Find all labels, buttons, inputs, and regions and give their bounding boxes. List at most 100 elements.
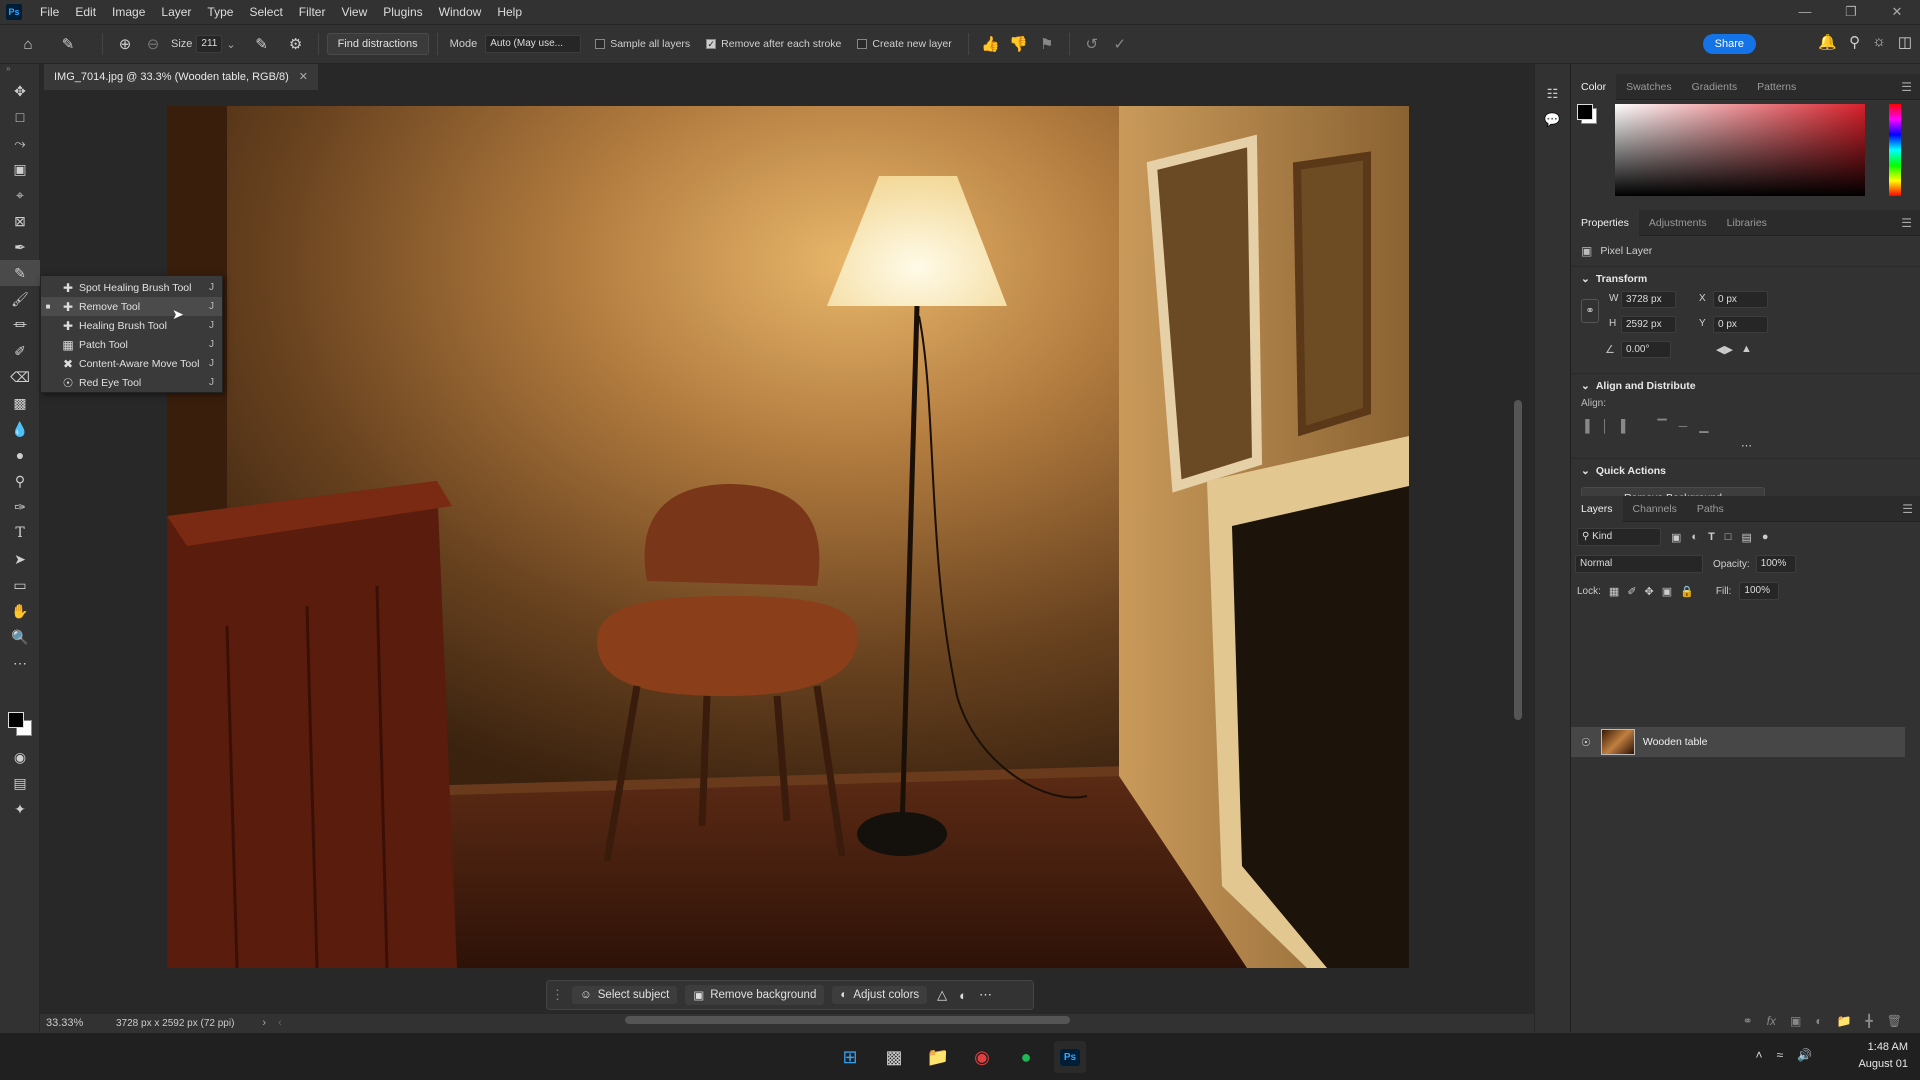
zoom-tool-icon[interactable]: 🔍 — [0, 624, 40, 650]
chevron-down-icon[interactable]: ⌄ — [226, 38, 235, 51]
windows-start-icon[interactable]: ⊞ — [834, 1041, 866, 1073]
close-icon[interactable]: ✕ — [1874, 0, 1920, 24]
flyout-item-remove-tool[interactable]: ■ ✚ Remove Tool J — [41, 297, 222, 316]
hue-slider[interactable] — [1889, 104, 1901, 196]
eyedropper-tool-icon[interactable]: ✒ — [0, 234, 40, 260]
menu-plugins[interactable]: Plugins — [375, 0, 430, 24]
eye-visibility-icon[interactable]: ☉ — [1581, 736, 1591, 749]
more-options-icon[interactable]: ⋯ — [979, 987, 992, 1003]
size-input[interactable]: 211 — [196, 35, 223, 53]
opacity-input[interactable]: 100% — [1755, 555, 1796, 573]
tab-patterns[interactable]: Patterns — [1747, 74, 1806, 100]
filter-toggle-icon[interactable]: ● — [1762, 531, 1769, 543]
task-view-icon[interactable]: ▩ — [878, 1041, 910, 1073]
menu-layer[interactable]: Layer — [153, 0, 199, 24]
menu-filter[interactable]: Filter — [291, 0, 334, 24]
bell-icon[interactable]: 🔔 — [1818, 33, 1837, 51]
y-input[interactable]: 0 px — [1713, 316, 1768, 333]
share-button[interactable]: Share — [1702, 34, 1756, 54]
link-icon[interactable]: ⚭ — [1581, 299, 1599, 323]
flag-icon[interactable]: ⚑ — [1033, 30, 1061, 58]
brush-tool-icon[interactable]: 🖌 — [0, 286, 40, 312]
flyout-item-red-eye[interactable]: ☉ Red Eye Tool J — [41, 373, 222, 392]
select-subject-button[interactable]: ☺ Select subject — [572, 986, 678, 1004]
link-layers-icon[interactable]: ⚭ — [1743, 1014, 1753, 1028]
marquee-tool-icon[interactable]: □ — [0, 104, 40, 130]
stamp-tool-icon[interactable]: ⏛ — [0, 312, 40, 338]
scroll-left-icon[interactable]: ‹ — [278, 1017, 282, 1029]
drag-handle-icon[interactable]: ⋮ — [551, 987, 564, 1003]
chevron-up-icon[interactable]: ˄ — [1755, 1048, 1762, 1062]
remove-tool-preset-icon[interactable]: ✎ — [54, 30, 82, 58]
quick-mask-icon[interactable]: ◉ — [0, 744, 40, 770]
menu-select[interactable]: Select — [241, 0, 290, 24]
discover-icon[interactable]: ☼ — [1872, 33, 1886, 51]
wifi-icon[interactable]: ≈ — [1776, 1048, 1783, 1062]
search-icon[interactable]: ⚲ — [1849, 33, 1860, 51]
close-tab-icon[interactable]: ✕ — [299, 71, 308, 83]
pen-tool-icon[interactable]: ✑ — [0, 494, 40, 520]
speaker-icon[interactable]: 🔊 — [1797, 1048, 1812, 1062]
minimize-icon[interactable]: — — [1782, 0, 1828, 24]
align-top-icon[interactable]: ▔ — [1658, 419, 1667, 433]
delete-layer-icon[interactable]: 🗑 — [1887, 1014, 1902, 1028]
filter-type-icon[interactable]: T — [1708, 531, 1715, 543]
mode-select[interactable]: Auto (May use... — [485, 35, 582, 53]
new-layer-icon[interactable]: ╋ — [1866, 1014, 1873, 1028]
type-tool-icon[interactable]: T — [0, 520, 40, 546]
fx-icon[interactable]: fx — [1767, 1014, 1776, 1028]
tab-properties[interactable]: Properties — [1571, 209, 1639, 236]
more-align-icon[interactable]: ⋯ — [1571, 433, 1920, 458]
tab-paths[interactable]: Paths — [1687, 496, 1734, 522]
tab-adjustments[interactable]: Adjustments — [1639, 210, 1717, 236]
tab-swatches[interactable]: Swatches — [1616, 74, 1682, 100]
width-input[interactable]: 3728 px — [1621, 291, 1676, 308]
gear-icon[interactable]: ⚙ — [282, 30, 310, 58]
healing-tool-icon[interactable]: ✎ — [0, 260, 40, 286]
rectangle-tool-icon[interactable]: ▭ — [0, 572, 40, 598]
gradient-tool-icon[interactable]: ▩ — [0, 390, 40, 416]
status-menu-chevron-icon[interactable]: › — [262, 1017, 266, 1029]
move-tool-icon[interactable]: ✥ — [0, 78, 40, 104]
path-select-tool-icon[interactable]: ➤ — [0, 546, 40, 572]
x-input[interactable]: 0 px — [1713, 291, 1768, 308]
vertical-scrollbar[interactable] — [1514, 400, 1522, 720]
menu-window[interactable]: Window — [431, 0, 490, 24]
chrome-icon[interactable]: ◉ — [966, 1041, 998, 1073]
flip-vertical-icon[interactable]: ▲ — [1741, 343, 1752, 355]
remove-background-button[interactable]: ▣ Remove background — [685, 985, 825, 1005]
saturation-field[interactable] — [1615, 104, 1865, 196]
crop-tool-icon[interactable]: ⌖ — [0, 182, 40, 208]
find-distractions-button[interactable]: Find distractions — [326, 33, 429, 55]
tab-channels[interactable]: Channels — [1623, 496, 1687, 522]
comment-icon[interactable]: 💬 — [1535, 112, 1570, 128]
file-explorer-icon[interactable]: 📁 — [922, 1041, 954, 1073]
lock-pixels-icon[interactable]: ✐ — [1627, 585, 1636, 598]
align-right-icon[interactable]: ▌ — [1621, 419, 1630, 433]
menu-help[interactable]: Help — [489, 0, 530, 24]
clock[interactable]: 1:48 AM August 01 — [1858, 1039, 1908, 1073]
flip-horizontal-icon[interactable]: ◀▶ — [1716, 343, 1733, 356]
collapse-icon[interactable]: » — [0, 64, 39, 78]
transform-section[interactable]: ⌄ Transform — [1571, 267, 1920, 291]
lock-position-icon[interactable]: ✥ — [1645, 585, 1654, 598]
menu-image[interactable]: Image — [104, 0, 153, 24]
filter-smart-object-icon[interactable]: ▤ — [1741, 531, 1751, 544]
menu-edit[interactable]: Edit — [67, 0, 104, 24]
subtract-mode-icon[interactable]: ⊖ — [139, 30, 167, 58]
adjust-colors-button[interactable]: ◐ Adjust colors — [832, 986, 928, 1004]
mask-icon[interactable]: ◐ — [959, 988, 967, 1003]
tab-libraries[interactable]: Libraries — [1717, 210, 1777, 236]
lasso-tool-icon[interactable]: ⤳ — [0, 130, 40, 156]
layer-row[interactable]: ☉ Wooden table — [1571, 727, 1905, 757]
kind-filter-select[interactable]: ⚲ Kind — [1577, 528, 1661, 546]
blend-mode-select[interactable]: Normal — [1575, 555, 1703, 573]
foreground-color-swatch[interactable] — [8, 712, 24, 728]
quick-actions-section[interactable]: ⌄ Quick Actions — [1571, 458, 1920, 483]
commit-check-icon[interactable]: ✓ — [1106, 30, 1134, 58]
angle-input[interactable]: 0.00° — [1621, 341, 1671, 358]
horizontal-scrollbar[interactable] — [625, 1016, 1070, 1024]
zoom-level[interactable]: 33.33% — [46, 1017, 110, 1029]
align-center-v-icon[interactable]: ─ — [1679, 419, 1688, 433]
flyout-item-content-aware-move[interactable]: ✖ Content-Aware Move Tool J — [41, 354, 222, 373]
